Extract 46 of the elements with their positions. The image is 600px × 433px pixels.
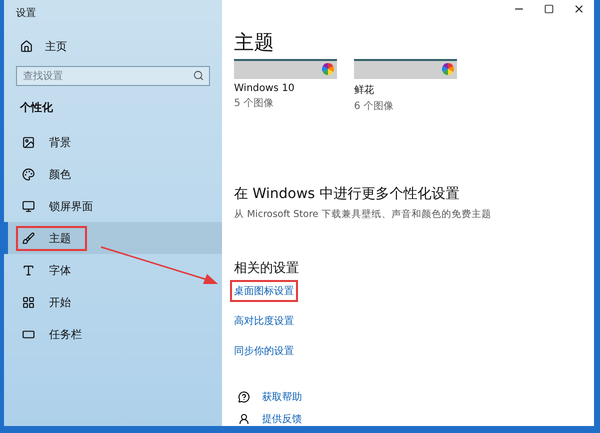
sidebar-label: 颜色 [49, 166, 71, 182]
chat-question-icon [238, 391, 250, 403]
section-heading: 相关的设置 [234, 260, 300, 277]
settings-link[interactable]: 同步你的设置 [230, 340, 298, 362]
background-icon [22, 136, 35, 148]
search-icon [193, 70, 204, 81]
sidebar-item[interactable]: 主题 [4, 222, 222, 254]
maximize-icon[interactable] [544, 4, 554, 14]
person-icon [238, 413, 250, 425]
help-link[interactable]: 获取帮助 [262, 390, 302, 404]
settings-link[interactable]: 桌面图标设置 [230, 280, 298, 302]
sidebar-label: 开始 [49, 294, 71, 310]
settings-link[interactable]: 高对比度设置 [230, 310, 298, 332]
home-icon [20, 40, 33, 52]
sidebar-label: 锁屏界面 [49, 198, 93, 214]
theme-name: Windows 10 [234, 83, 296, 94]
page-heading: 主题 [234, 29, 275, 56]
taskbar-icon [22, 328, 35, 340]
sidebar-item[interactable]: 锁屏界面 [4, 190, 222, 222]
sidebar-item[interactable]: 开始 [4, 286, 222, 318]
sidebar-label: 任务栏 [49, 326, 82, 342]
section-heading: 在 Windows 中进行更多个性化设置 [234, 185, 460, 203]
theme-thumbnail[interactable] [354, 59, 457, 79]
fonts-icon [22, 264, 35, 276]
close-icon[interactable] [573, 2, 585, 14]
sidebar-item[interactable]: 颜色 [4, 158, 222, 190]
sidebar-item[interactable]: 字体 [4, 254, 222, 286]
theme-name: 鲜花 [354, 84, 375, 97]
sidebar-label: 背景 [49, 134, 71, 150]
help-link[interactable]: 提供反馈 [262, 412, 302, 426]
search-field[interactable]: 查找设置 [16, 66, 210, 86]
description: 从 Microsoft Store 下载兼具壁纸、声音和颜色的免费主题 [234, 208, 492, 221]
lockscreen-icon [22, 200, 35, 212]
sidebar-item[interactable]: 背景 [4, 126, 222, 158]
home-nav-item[interactable]: 主页 [4, 32, 222, 60]
theme-count: 5 个图像 [234, 97, 275, 110]
start-icon [22, 296, 35, 308]
sidebar-item[interactable]: 任务栏 [4, 318, 222, 350]
themes-icon [22, 232, 35, 244]
theme-count: 6 个图像 [354, 100, 395, 113]
window-title: 设置 [15, 6, 37, 21]
theme-thumbnail[interactable] [234, 59, 337, 79]
sidebar-label: 主题 [49, 230, 71, 246]
sidebar-label: 字体 [49, 262, 71, 278]
colors-icon [22, 168, 35, 180]
section-heading: 个性化 [18, 100, 54, 116]
